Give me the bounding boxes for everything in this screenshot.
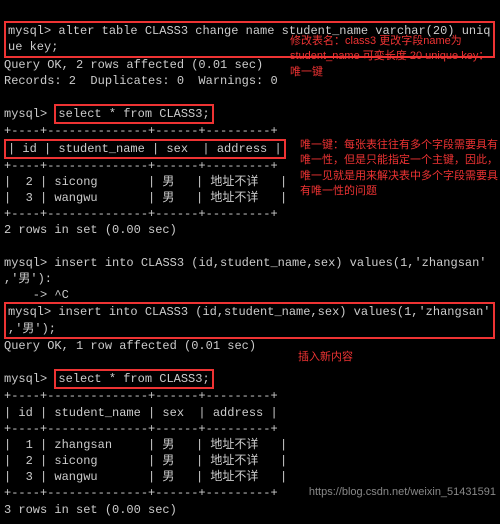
result-line: Query OK, 2 rows affected (0.01 sec) [4, 58, 263, 72]
result-line: 3 rows in set (0.00 sec) [4, 503, 177, 517]
annotation-1: 修改表名：class3 更改字段name为 student_name 可变长度 … [290, 34, 490, 80]
prompt: mysql> [8, 24, 51, 38]
table-sep: +----+--------------+------+---------+ [4, 159, 278, 173]
cmd-select-2: select * from CLASS3; [54, 369, 213, 389]
cmd-select-1: select * from CLASS3; [54, 104, 213, 124]
table-row: | 2 | sicong | 男 | 地址不详 | [4, 454, 287, 468]
table-header: | id | student_name | sex | address | [4, 406, 278, 420]
result-line: Query OK, 1 row affected (0.01 sec) [4, 339, 256, 353]
table-row: | 1 | zhangsan | 男 | 地址不详 | [4, 438, 287, 452]
table-sep: +----+--------------+------+---------+ [4, 207, 278, 221]
result-line: Records: 2 Duplicates: 0 Warnings: 0 [4, 74, 278, 88]
table-row: | 3 | wangwu | 男 | 地址不详 | [4, 191, 287, 205]
cancel-line: -> ^C [4, 288, 69, 302]
prompt: mysql> [8, 305, 51, 319]
table-sep: +----+--------------+------+---------+ [4, 422, 278, 436]
cmd-insert: mysql> insert into CLASS3 (id,student_na… [4, 302, 495, 338]
prompt: mysql> [4, 372, 47, 386]
prompt: mysql> [4, 107, 47, 121]
table-row: | 3 | wangwu | 男 | 地址不详 | [4, 470, 287, 484]
table-header: | id | student_name | sex | address | [4, 139, 286, 159]
annotation-3: 插入新内容 [298, 350, 448, 365]
table-sep: +----+--------------+------+---------+ [4, 486, 278, 500]
table-row: | 2 | sicong | 男 | 地址不详 | [4, 175, 287, 189]
prompt: mysql> [4, 256, 47, 270]
watermark: https://blog.csdn.net/weixin_51431591 [309, 486, 496, 498]
table-sep: +----+--------------+------+---------+ [4, 389, 278, 403]
annotation-2: 唯一键：每张表往往有多个字段需要具有唯一性，但是只能指定一个主键，因此，唯一见就… [300, 138, 500, 200]
result-line: 2 rows in set (0.00 sec) [4, 223, 177, 237]
table-sep: +----+--------------+------+---------+ [4, 124, 278, 138]
